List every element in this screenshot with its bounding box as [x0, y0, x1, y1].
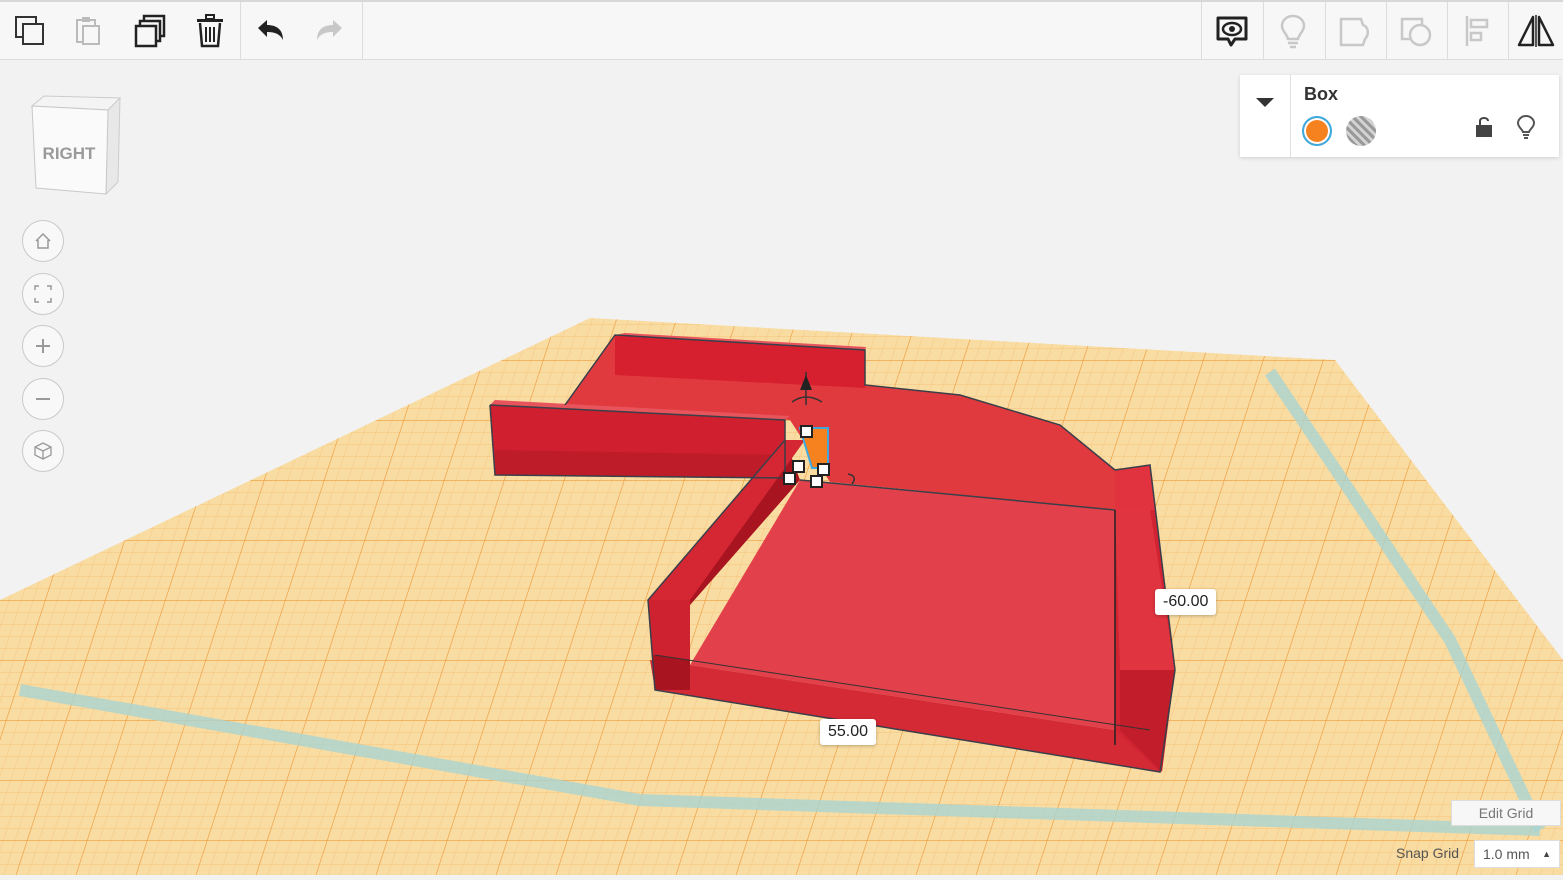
- height-dimension-input[interactable]: -60.00: [1155, 589, 1217, 615]
- delete-icon: [197, 14, 223, 48]
- snap-grid-value: 1.0 mm: [1483, 846, 1530, 862]
- undo-button[interactable]: [242, 2, 300, 60]
- lightbulb-icon[interactable]: [1516, 114, 1536, 140]
- chevron-down-icon: [1256, 98, 1274, 107]
- duplicate-icon: [134, 14, 166, 48]
- duplicate-button[interactable]: [121, 2, 179, 60]
- notes-visibility-icon: [1216, 16, 1248, 47]
- resize-handle[interactable]: [792, 460, 805, 473]
- hole-swatch[interactable]: [1346, 116, 1376, 146]
- show-all-button[interactable]: [1264, 2, 1322, 60]
- zoom-out-button[interactable]: [22, 378, 64, 420]
- group-icon: [1339, 17, 1369, 47]
- 3d-viewport[interactable]: [0, 60, 1563, 875]
- snap-grid-label: Snap Grid: [1396, 845, 1460, 861]
- home-view-button[interactable]: [22, 220, 64, 262]
- view-cube[interactable]: RIGHT: [22, 92, 130, 200]
- mirror-button[interactable]: [1507, 2, 1563, 60]
- zoom-out-icon: [36, 398, 50, 400]
- top-toolbar: [0, 0, 1563, 60]
- lightbulb-icon: [1280, 14, 1306, 49]
- unlock-icon[interactable]: [1474, 115, 1494, 139]
- notes-visibility-button[interactable]: [1203, 2, 1261, 60]
- chevron-up-icon: ▲: [1542, 849, 1551, 859]
- paste-button[interactable]: [59, 2, 117, 60]
- undo-icon: [258, 20, 283, 40]
- width-dimension-input[interactable]: 55.00: [820, 719, 877, 745]
- zoom-in-icon: [36, 339, 50, 353]
- group-button[interactable]: [1326, 2, 1384, 60]
- align-button[interactable]: [1448, 2, 1506, 60]
- solid-color-swatch[interactable]: [1302, 116, 1332, 146]
- resize-handle[interactable]: [800, 425, 813, 438]
- zoom-in-button[interactable]: [22, 325, 64, 367]
- resize-handle[interactable]: [783, 472, 796, 485]
- ungroup-icon: [1400, 17, 1432, 47]
- ungroup-button[interactable]: [1387, 2, 1445, 60]
- copy-button[interactable]: [1, 2, 59, 60]
- fit-view-icon: [34, 285, 52, 303]
- redo-icon: [317, 20, 342, 40]
- align-icon: [1465, 16, 1489, 46]
- shape-name: Box: [1304, 84, 1339, 104]
- workplane-scene[interactable]: [0, 60, 1563, 875]
- collapse-inspector-button[interactable]: [1240, 75, 1291, 157]
- home-icon: [35, 232, 51, 249]
- resize-handle[interactable]: [810, 475, 823, 488]
- perspective-icon: [34, 442, 52, 460]
- mirror-icon: [1517, 15, 1555, 47]
- snap-grid-select[interactable]: 1.0 mm ▲: [1474, 840, 1560, 868]
- view-cube-face-label: RIGHT: [43, 144, 97, 163]
- paste-icon: [76, 17, 100, 45]
- redo-button[interactable]: [300, 2, 358, 60]
- copy-icon: [15, 16, 44, 45]
- shape-inspector: Box: [1240, 75, 1559, 157]
- delete-button[interactable]: [181, 2, 239, 60]
- perspective-button[interactable]: [22, 430, 64, 472]
- fit-view-button[interactable]: [22, 273, 64, 315]
- resize-handle[interactable]: [817, 463, 830, 476]
- edit-grid-button[interactable]: Edit Grid: [1451, 800, 1561, 826]
